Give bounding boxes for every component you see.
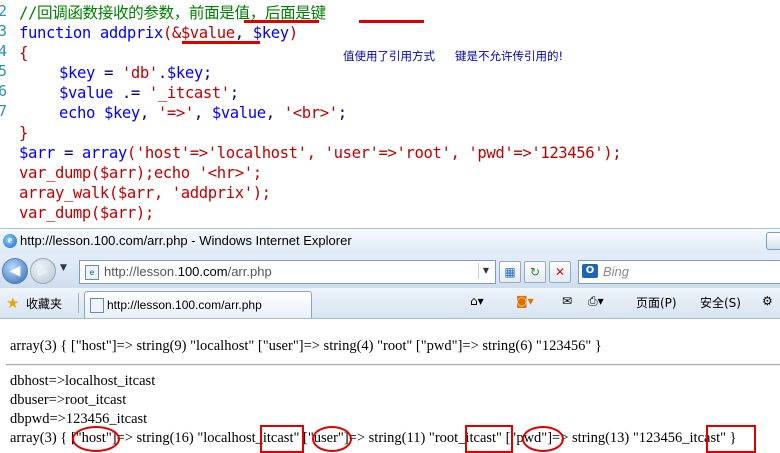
highlight-user-key [312, 426, 352, 452]
print-icon[interactable]: ⎙▾ [588, 294, 604, 309]
separator [78, 293, 79, 313]
feeds-icon[interactable]: ◙▾ [516, 294, 534, 308]
url-suffix: /arr.php [227, 264, 272, 279]
back-arrow-icon: ◀ [9, 263, 21, 279]
function-name: addprix [99, 24, 163, 42]
tab-title: http://lesson.100.com/arr.php [107, 298, 262, 312]
favorites-star-icon[interactable]: ★ [6, 294, 19, 312]
window-title: http://lesson.100.com/arr.php - Windows … [20, 233, 352, 248]
operator: .= [112, 84, 149, 102]
keyword-echo: echo [59, 104, 95, 122]
history-dropdown-icon[interactable]: ▼ [60, 263, 67, 273]
annotation-note-key-no-ref: 键是不允许传引用的! [455, 49, 564, 63]
safety-menu[interactable]: 安全(S) [700, 294, 741, 311]
code-array-walk: array_walk($arr, 'addprix'); [19, 184, 271, 202]
ie-logo-icon: e [3, 234, 17, 248]
line-number: 4 [0, 42, 8, 60]
refresh-icon[interactable]: ↻ [524, 261, 546, 283]
underline-key [359, 20, 424, 23]
code-editor: 2 3 4 5 6 7 //回调函数接收的参数，前面是值，后面是键 functi… [0, 0, 780, 222]
semicolon: ; [229, 84, 239, 102]
keyword-function: function [19, 24, 91, 42]
mail-icon[interactable]: ✉ [562, 294, 572, 308]
address-dropdown-icon[interactable]: ▼ [478, 263, 493, 279]
semicolon: ; [202, 64, 212, 82]
brace-open: { [19, 44, 28, 62]
browser-nav-bar: ◀ ▶ ▼ e http://lesson.100.com/arr.php ▼ … [0, 254, 780, 288]
string-literal: '_itcast' [148, 84, 230, 102]
page-content: array(3) { ["host"]=> string(9) "localho… [0, 319, 780, 453]
underline-value [244, 20, 319, 23]
highlight-pwd-key [522, 426, 564, 452]
url-prefix: http://lesson. [104, 264, 178, 279]
operator: = [94, 64, 122, 82]
annotation-note-value-ref: 值使用了引用方式 [343, 49, 435, 63]
code-key-assign: $key = 'db'.$key; [59, 63, 212, 83]
code-var-dump-1: var_dump($arr);echo '<hr>'; [19, 164, 262, 182]
back-button[interactable]: ◀ [2, 258, 28, 284]
output-line-4: dbpwd=>123456_itcast [10, 411, 148, 427]
output-line-1: array(3) { ["host"]=> string(9) "localho… [10, 338, 602, 354]
highlight-host-suffix [260, 425, 304, 453]
code-function-decl: function addprix(&$value, $key) [19, 23, 298, 43]
paren-close: ) [288, 24, 298, 42]
tools-menu-icon[interactable]: ⚙ [762, 294, 773, 308]
brace-close: } [19, 124, 28, 142]
compatibility-view-icon[interactable]: ▦ [499, 261, 521, 283]
highlight-pwd-suffix [706, 425, 756, 453]
address-bar[interactable]: e http://lesson.100.com/arr.php ▼ [79, 260, 496, 284]
highlight-user-suffix [465, 425, 513, 453]
var-value: $value [211, 104, 266, 122]
line-number: 3 [0, 22, 8, 40]
operator: = [54, 144, 82, 162]
page-favicon-icon: e [85, 265, 99, 280]
url-domain: 100.com [177, 264, 228, 279]
browser-tab[interactable]: http://lesson.100.com/arr.php [84, 291, 312, 318]
arg-separator: , [234, 24, 253, 42]
page-menu[interactable]: 页面(P) [636, 294, 677, 311]
string-literal: '<br>' [283, 104, 338, 122]
highlight-host-key [72, 426, 120, 452]
home-icon[interactable]: ⌂▾ [470, 294, 484, 308]
output-line-2: dbhost=>localhost_itcast [10, 373, 156, 389]
string-literal: 'db' [121, 64, 158, 82]
paren-open: ( [162, 24, 172, 42]
favorites-bar: ★ 收藏夹 http://lesson.100.com/arr.php ⌂▾ ◙… [0, 288, 780, 319]
line-number: 2 [0, 2, 8, 20]
forward-arrow-icon: ▶ [37, 263, 49, 279]
var-value: $value [59, 84, 113, 102]
var-arr: $arr [19, 144, 55, 162]
output-line-3: dbuser=>root_itcast [10, 392, 127, 408]
favorites-button[interactable]: 收藏夹 [26, 295, 62, 312]
code-array-assign: $arr = array('host'=>'localhost', 'user'… [19, 143, 622, 163]
tab-favicon-icon [90, 298, 104, 313]
stop-icon[interactable]: ✕ [549, 261, 571, 283]
var-key: $key [166, 64, 203, 82]
underline-ref-arg [182, 41, 260, 44]
line-number: 7 [0, 102, 8, 120]
live-search-icon: O [582, 264, 598, 278]
arg-key: $key [252, 24, 289, 42]
code-value-append: $value .= '_itcast'; [59, 83, 239, 103]
line-number: 5 [0, 62, 8, 80]
minimize-icon[interactable] [766, 232, 780, 250]
keyword-array: array [81, 144, 127, 162]
address-url[interactable]: http://lesson.100.com/arr.php [104, 264, 272, 279]
search-placeholder: Bing [603, 264, 630, 279]
horizontal-rule [6, 364, 780, 366]
code-echo: echo $key, '=>', $value, '<br>'; [59, 104, 347, 122]
var-key: $key [59, 64, 95, 82]
browser-title-bar: e http://lesson.100.com/arr.php - Window… [0, 228, 780, 255]
code-var-dump-2: var_dump($arr); [19, 204, 154, 222]
string-literal: '=>' [157, 104, 194, 122]
operator: . [157, 64, 167, 82]
search-box[interactable]: O Bing [578, 260, 780, 284]
arg-value-by-ref: &$value [171, 24, 235, 42]
var-key: $key [103, 104, 140, 122]
line-number: 6 [0, 82, 8, 100]
forward-button[interactable]: ▶ [30, 258, 56, 284]
array-args: ('host'=>'localhost', 'user'=>'root', 'p… [126, 144, 622, 162]
